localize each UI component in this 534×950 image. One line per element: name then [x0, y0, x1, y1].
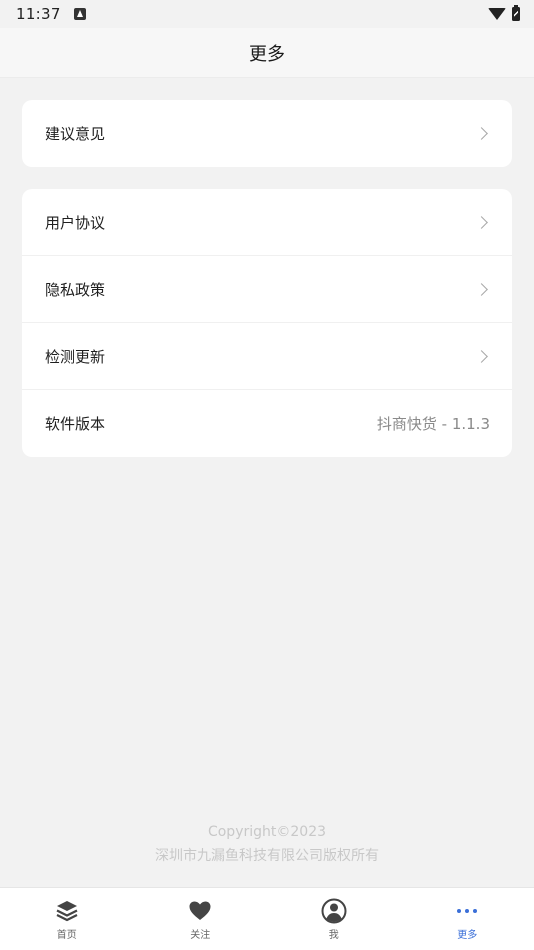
menu-item-feedback[interactable]: 建议意见 — [22, 100, 512, 167]
chevron-right-icon — [475, 215, 488, 229]
menu-item-user-agreement[interactable]: 用户协议 — [22, 189, 512, 256]
tab-label: 我 — [328, 930, 339, 941]
version-value: 抖商快货 - 1.1.3 — [376, 415, 490, 433]
company-text: 深圳市九漏鱼科技有限公司版权所有 — [155, 848, 379, 864]
bottom-tab-bar: 首页 关注 我 更多 — [0, 887, 534, 950]
app-header: 更多 — [0, 28, 534, 78]
menu-item-check-update[interactable]: 检测更新 — [22, 323, 512, 390]
menu-item-label: 用户协议 — [45, 213, 106, 232]
tab-follow[interactable]: 关注 — [134, 888, 268, 950]
status-indicators — [488, 5, 520, 21]
tab-label: 更多 — [457, 930, 478, 941]
menu-item-label: 建议意见 — [45, 125, 106, 143]
status-bar: 11:37 — [0, 0, 534, 28]
tab-label: 关注 — [190, 930, 211, 941]
settings-card: 用户协议 隐私政策 检测更新 软件版本 抖商快货 - 1.1.3 — [22, 189, 512, 457]
feedback-card: 建议意见 — [22, 100, 512, 167]
tab-label: 首页 — [56, 930, 77, 941]
tab-more[interactable]: 更多 — [401, 888, 534, 950]
menu-item-label: 软件版本 — [45, 415, 106, 433]
tab-me[interactable]: 我 — [267, 888, 401, 950]
user-icon — [321, 898, 347, 924]
menu-item-label: 检测更新 — [45, 347, 106, 366]
copyright-text: Copyright©2023 — [207, 824, 327, 840]
menu-item-label: 隐私政策 — [45, 280, 106, 299]
heart-icon — [187, 898, 213, 924]
tab-home[interactable]: 首页 — [0, 888, 134, 950]
notification-icon — [73, 8, 86, 20]
status-time: 11:37 — [16, 5, 61, 23]
wifi-icon — [488, 8, 506, 20]
chevron-right-icon — [475, 127, 488, 140]
more-dots-icon — [454, 898, 480, 924]
menu-item-privacy-policy[interactable]: 隐私政策 — [22, 256, 512, 323]
chevron-right-icon — [475, 282, 488, 296]
copyright-footer: Copyright©2023 深圳市九漏鱼科技有限公司版权所有 — [0, 820, 534, 868]
page-title: 更多 — [249, 43, 285, 65]
battery-icon — [512, 5, 520, 21]
chevron-right-icon — [475, 349, 488, 363]
layers-icon — [54, 898, 80, 924]
menu-item-version: 软件版本 抖商快货 - 1.1.3 — [22, 390, 512, 457]
